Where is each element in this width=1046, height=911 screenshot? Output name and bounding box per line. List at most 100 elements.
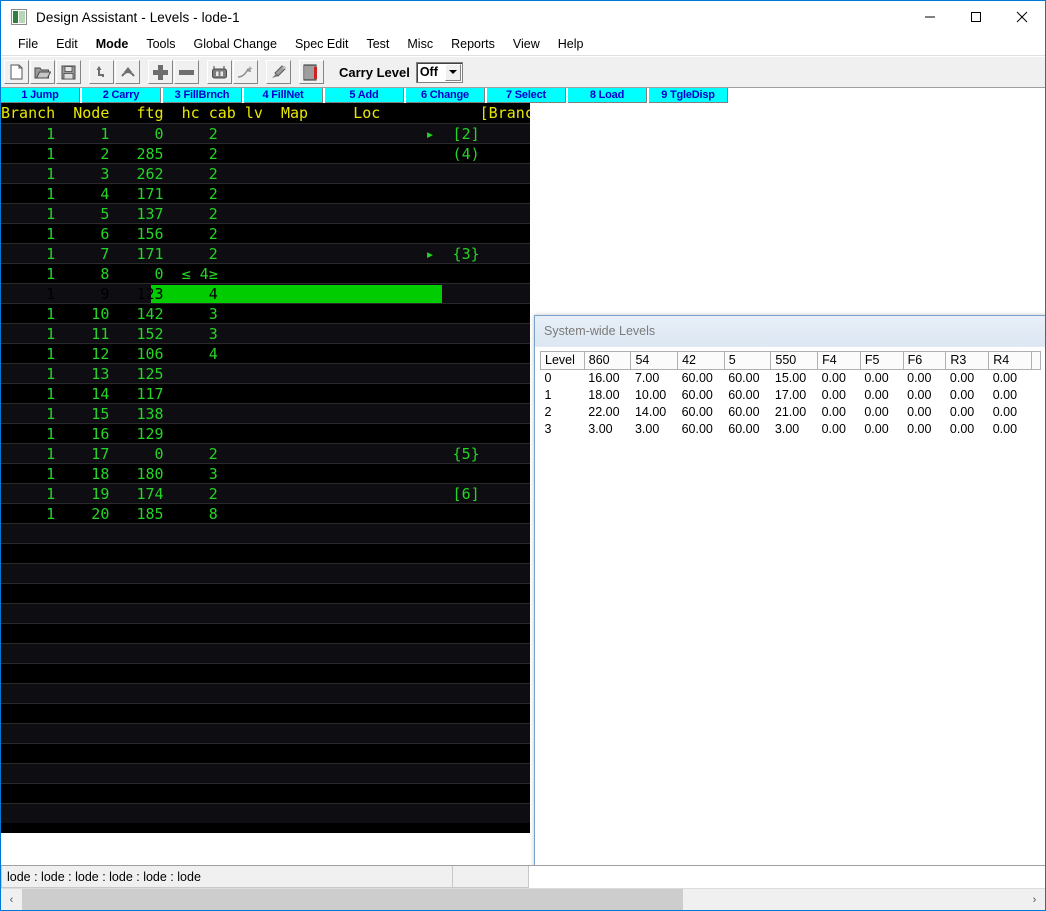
grid-row[interactable] xyxy=(1,623,530,643)
grid-row[interactable] xyxy=(1,703,530,723)
levels-table-row[interactable]: 0 16.00 7.00 60.00 60.00 15.00 0.00 0.00 0.00 0.0… xyxy=(541,370,1041,388)
levels-cell: 60.00 xyxy=(681,371,713,385)
grid-row[interactable] xyxy=(1,763,530,783)
levels-col-54[interactable]: 54 xyxy=(630,351,679,370)
grid-row[interactable]: 1 12 106 4 xyxy=(1,343,530,363)
grid-row[interactable]: 1 4 171 2 xyxy=(1,183,530,203)
trace-path-button[interactable] xyxy=(233,60,258,84)
fkey-7-select[interactable]: 7 Select xyxy=(487,88,566,103)
levels-col-f4[interactable]: F4 xyxy=(817,351,861,370)
grid-row[interactable]: 1 20 185 8 xyxy=(1,503,530,523)
menu-item-reports[interactable]: Reports xyxy=(442,34,504,54)
grid-row[interactable]: 1 10 142 3 xyxy=(1,303,530,323)
menu-item-view[interactable]: View xyxy=(504,34,549,54)
fkey-5-add[interactable]: 5 Add xyxy=(325,88,404,103)
levels-col-550[interactable]: 550 xyxy=(770,351,819,370)
grid-row[interactable]: 1 7 171 2 ▸ {3} xyxy=(1,243,530,263)
menu-item-misc[interactable]: Misc xyxy=(398,34,442,54)
grid-row[interactable]: 1 8 0 ≤ 4≥ xyxy=(1,263,530,283)
menu-item-spec-edit[interactable]: Spec Edit xyxy=(286,34,358,54)
scrollbar-track[interactable] xyxy=(22,889,1024,910)
carry-level-dropdown[interactable]: Off xyxy=(415,61,463,83)
levels-col-860[interactable]: 860 xyxy=(584,351,632,370)
scrollbar-thumb[interactable] xyxy=(22,889,683,910)
menu-item-tools[interactable]: Tools xyxy=(137,34,184,54)
grid-row[interactable]: 1 15 138 xyxy=(1,403,530,423)
fkey-2-carry[interactable]: 2 Carry xyxy=(82,88,161,103)
grid-row[interactable] xyxy=(1,603,530,623)
open-folder-button[interactable] xyxy=(30,60,55,84)
close-button[interactable] xyxy=(999,1,1045,32)
grid-row-text: 1 2 285 2 (4) xyxy=(1,145,480,163)
grid-row[interactable]: 1 5 137 2 xyxy=(1,203,530,223)
grid-row[interactable]: 1 17 0 2 {5} xyxy=(1,443,530,463)
magnet-button[interactable] xyxy=(266,60,291,84)
menu-item-mode[interactable]: Mode xyxy=(87,34,138,54)
menu-item-file[interactable]: File xyxy=(9,34,47,54)
grid-row[interactable]: 1 19 174 2 [6] xyxy=(1,483,530,503)
levels-col-blank[interactable] xyxy=(1031,351,1041,370)
grid-row[interactable]: 1 1 0 2 ▸ [2] Node 1 xyxy=(1,123,530,143)
grid-row[interactable]: 1 11 152 3 xyxy=(1,323,530,343)
report-book-button[interactable] xyxy=(299,60,324,84)
grid-row[interactable] xyxy=(1,643,530,663)
levels-col-f6[interactable]: F6 xyxy=(903,351,947,370)
fkey-9-tgledisp[interactable]: 9 TgleDisp xyxy=(649,88,728,103)
levels-col-f5[interactable]: F5 xyxy=(860,351,904,370)
menu-item-edit[interactable]: Edit xyxy=(47,34,87,54)
fkey-8-load[interactable]: 8 Load xyxy=(568,88,647,103)
amplifier-button[interactable] xyxy=(207,60,232,84)
menu-item-help[interactable]: Help xyxy=(549,34,593,54)
levels-col-r4[interactable]: R4 xyxy=(988,351,1032,370)
grid-row[interactable] xyxy=(1,803,530,823)
add-button[interactable] xyxy=(148,60,173,84)
grid-row[interactable]: 1 2 285 2 (4) xyxy=(1,143,530,163)
remove-button[interactable] xyxy=(174,60,199,84)
levels-table-row[interactable]: 3 3.00 3.00 60.00 60.00 3.00 0.00 0.00 0.00 0.00 0… xyxy=(541,421,1041,438)
system-wide-levels-dialog[interactable]: System-wide Levels Level 860 54 42 5 550… xyxy=(534,315,1045,865)
grid-row[interactable] xyxy=(1,583,530,603)
grid-row[interactable] xyxy=(1,743,530,763)
grid-row[interactable]: 1 16 129 xyxy=(1,423,530,443)
levels-table-row[interactable]: 2 22.00 14.00 60.00 60.00 21.00 0.00 0.00 0.00 0.… xyxy=(541,404,1041,421)
scroll-right-arrow-icon[interactable]: › xyxy=(1024,889,1045,910)
levels-table-row[interactable]: 1 18.00 10.00 60.00 60.00 17.00 0.00 0.00 0.00 0.… xyxy=(541,387,1041,404)
levels-col-r3[interactable]: R3 xyxy=(945,351,990,370)
grid-row[interactable]: 1 3 262 2 xyxy=(1,163,530,183)
grid-row[interactable]: 1 6 156 2 xyxy=(1,223,530,243)
minimize-button[interactable] xyxy=(907,1,953,32)
fkey-4-fillnet[interactable]: 4 FillNet xyxy=(244,88,323,103)
fkey-1-jump[interactable]: 1 Jump xyxy=(1,88,80,103)
grid-row[interactable]: 1 13 125 xyxy=(1,363,530,383)
grid-row[interactable] xyxy=(1,683,530,703)
menu-item-test[interactable]: Test xyxy=(357,34,398,54)
save-button[interactable] xyxy=(56,60,81,84)
scroll-left-arrow-icon[interactable]: ‹ xyxy=(1,889,22,910)
grid-row[interactable] xyxy=(1,663,530,683)
grid-row[interactable]: 1 18 180 3 xyxy=(1,463,530,483)
grid-row[interactable]: 1 14 117 xyxy=(1,383,530,403)
redo-button[interactable] xyxy=(115,60,140,84)
grid-row[interactable]: 1 9 123 4 xyxy=(1,283,530,303)
levels-col-5[interactable]: 5 xyxy=(724,351,772,370)
levels-col-level[interactable]: Level xyxy=(540,351,585,370)
grid-row[interactable] xyxy=(1,723,530,743)
levels-col-42[interactable]: 42 xyxy=(677,351,725,370)
grid-row[interactable] xyxy=(1,783,530,803)
fkey-3-fillbrnch[interactable]: 3 FillBrnch xyxy=(163,88,242,103)
levels-cell: 0.00 xyxy=(821,405,846,419)
node-grid-panel[interactable]: Branch Node ftg hc cab lv Map Loc [Branc… xyxy=(1,103,530,833)
horizontal-scrollbar[interactable]: ‹ › xyxy=(1,888,1045,910)
menu-item-global-change[interactable]: Global Change xyxy=(185,34,286,54)
new-file-button[interactable] xyxy=(4,60,29,84)
save-disk-icon xyxy=(61,65,76,80)
grid-row[interactable] xyxy=(1,523,530,543)
fkey-6-change[interactable]: 6 Change xyxy=(406,88,485,103)
undo-button[interactable] xyxy=(89,60,114,84)
levels-header-row: Level 860 54 42 5 550 F4 F5 F6 R3 R4 xyxy=(540,351,1041,370)
levels-cell: 18.00 xyxy=(588,388,620,402)
maximize-button[interactable] xyxy=(953,1,999,32)
grid-row[interactable] xyxy=(1,543,530,563)
grid-row[interactable] xyxy=(1,563,530,583)
chevron-down-icon[interactable] xyxy=(444,63,461,81)
